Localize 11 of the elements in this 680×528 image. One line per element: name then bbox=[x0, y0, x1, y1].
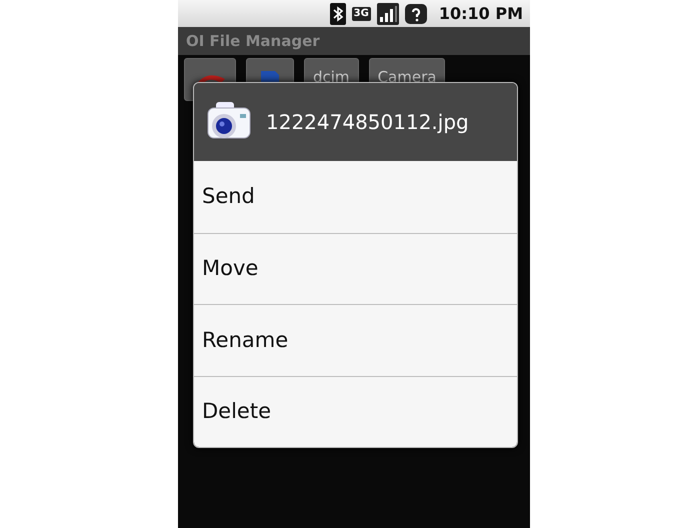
bluetooth-icon bbox=[330, 2, 346, 24]
menu-item[interactable]: Move bbox=[194, 232, 517, 304]
app-title: OI File Manager bbox=[178, 27, 530, 55]
menu-item[interactable]: Delete bbox=[194, 376, 517, 447]
dialog-title: 1222474850112.jpg bbox=[266, 109, 469, 136]
menu-item[interactable]: Send bbox=[194, 161, 517, 232]
network-type-icon: 3G bbox=[352, 6, 371, 20]
menu-item[interactable]: Rename bbox=[194, 304, 517, 376]
question-icon bbox=[404, 4, 427, 24]
signal-icon bbox=[376, 2, 399, 24]
clock: 10:10 PM bbox=[438, 2, 523, 24]
